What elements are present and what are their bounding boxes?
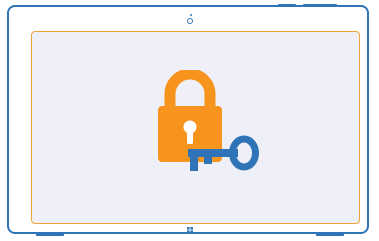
light-sensor — [187, 18, 193, 24]
padlock-icon — [158, 70, 222, 162]
lock-and-key-illustration — [158, 70, 259, 171]
camera-icon — [190, 14, 192, 16]
windows-logo-icon[interactable] — [187, 227, 193, 233]
stage — [0, 0, 379, 241]
